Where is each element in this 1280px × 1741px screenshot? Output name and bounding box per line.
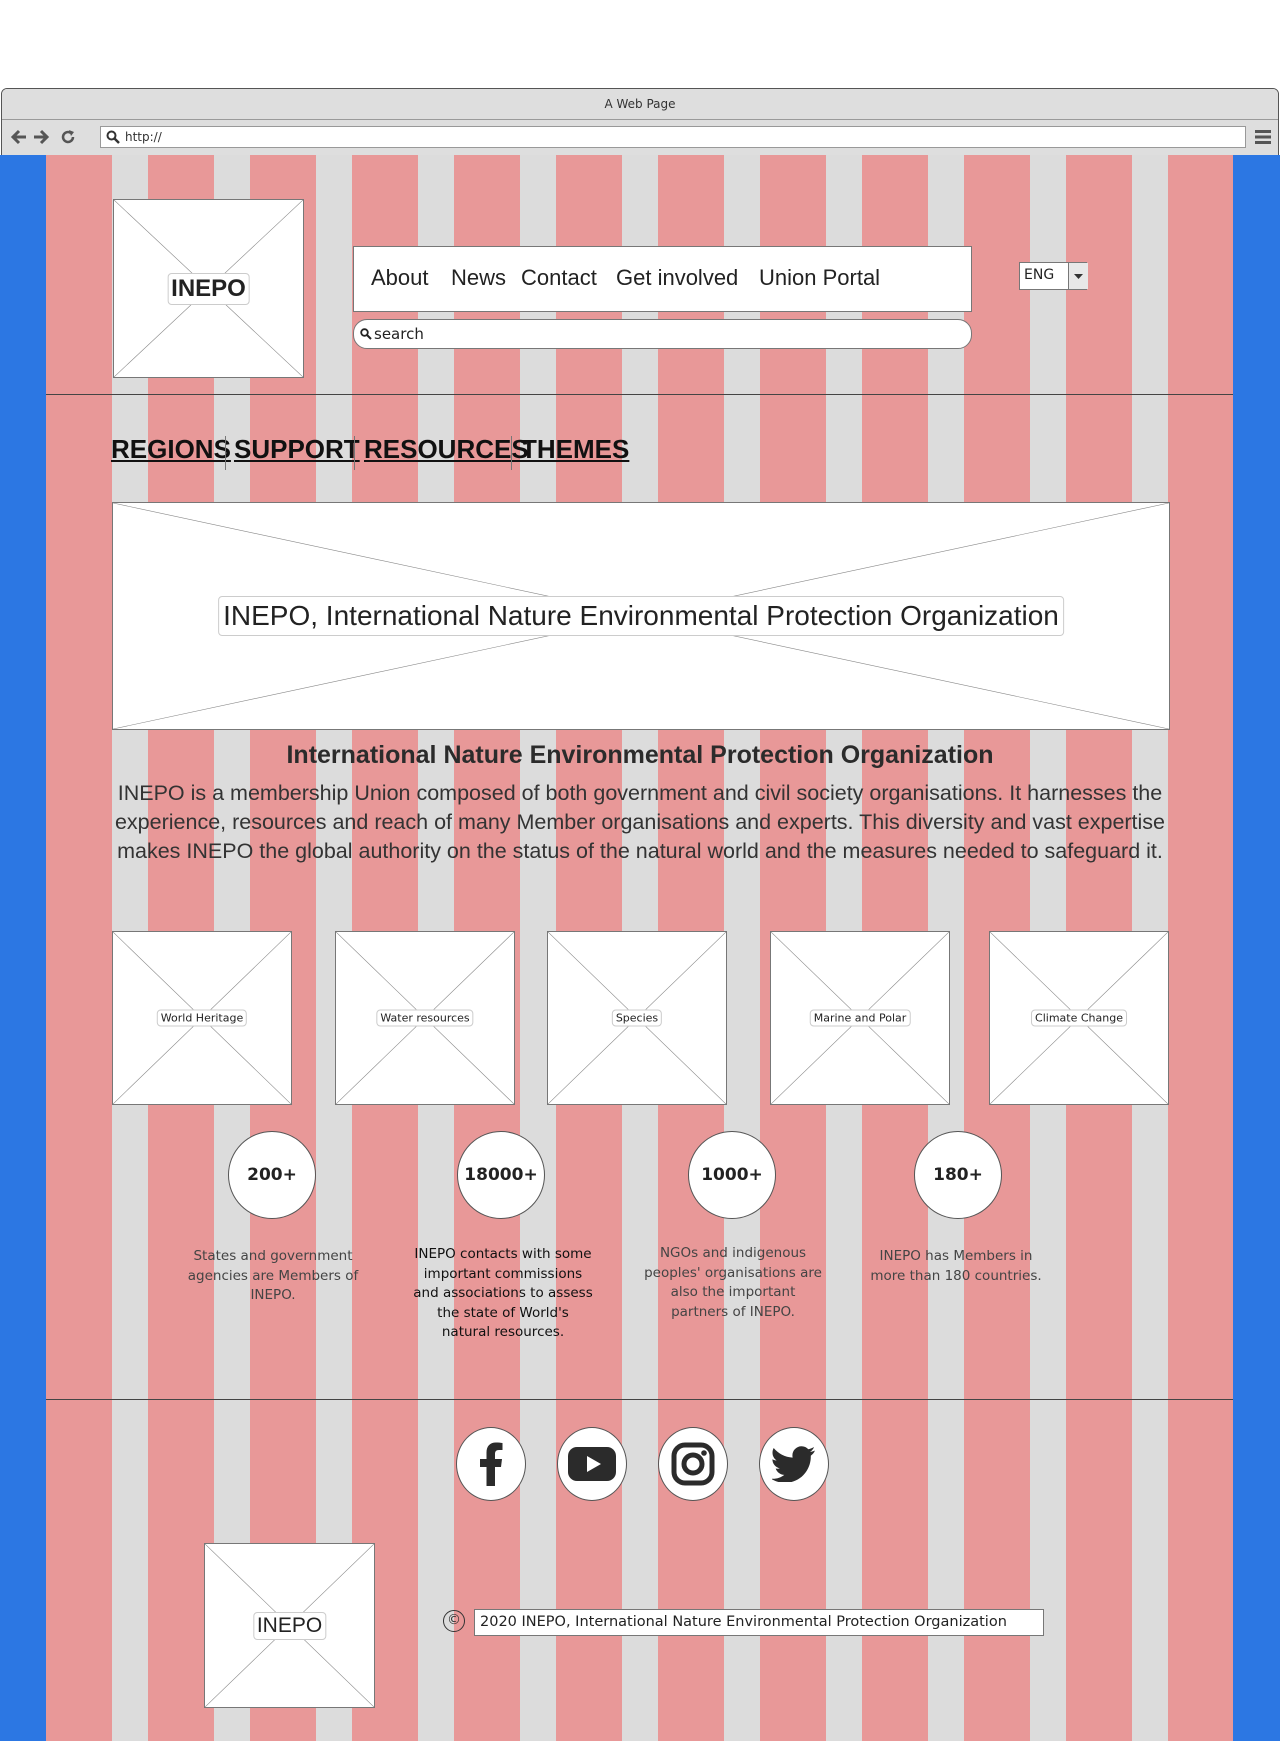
url-text: http:// (125, 130, 162, 144)
language-select[interactable]: ENG (1019, 262, 1088, 290)
tile-label: Climate Change (1031, 1009, 1127, 1027)
stat-description: INEPO has Members in more than 180 count… (870, 1248, 1042, 1284)
nav-union-portal[interactable]: Union Portal (759, 265, 880, 291)
nav-about[interactable]: About (371, 265, 429, 291)
facebook-icon (480, 1442, 503, 1486)
tab-resources[interactable]: RESOURCES (364, 434, 529, 465)
copyright-icon: © (443, 1610, 465, 1632)
theme-tile-species[interactable]: Species (547, 931, 727, 1105)
tab-separator (354, 436, 355, 470)
stat-description: NGOs and indigenous peoples' organisatio… (644, 1245, 822, 1320)
tab-separator (511, 436, 512, 470)
tab-themes[interactable]: THEMES (521, 434, 629, 465)
facebook-link[interactable] (456, 1427, 526, 1501)
footer-logo[interactable]: INEPO (204, 1543, 375, 1708)
instagram-link[interactable] (658, 1427, 728, 1501)
language-value: ENG (1024, 267, 1055, 283)
copyright-text: 2020 INEPO, International Nature Environ… (474, 1609, 1044, 1636)
theme-tile-marine-and-polar[interactable]: Marine and Polar (770, 931, 950, 1105)
search-input[interactable]: search (353, 319, 972, 349)
right-margin (1233, 155, 1280, 1741)
url-bar[interactable]: http:// (100, 126, 1246, 148)
hero-title: INEPO, International Nature Environmenta… (218, 596, 1064, 636)
hero-banner: INEPO, International Nature Environmenta… (112, 502, 1170, 730)
youtube-icon (568, 1447, 616, 1481)
stat-badge: 1000+ (688, 1131, 776, 1219)
search-icon (106, 130, 120, 144)
search-placeholder: search (374, 325, 424, 343)
tile-label: World Heritage (156, 1009, 248, 1027)
header-logo[interactable]: INEPO (113, 199, 304, 378)
stat-badge: 18000+ (457, 1131, 545, 1219)
nav-news[interactable]: News (451, 265, 506, 291)
top-nav: About News Contact Get involved Union Po… (353, 246, 972, 312)
footer-divider (46, 1399, 1233, 1400)
youtube-link[interactable] (557, 1427, 627, 1501)
header-divider (46, 394, 1233, 395)
chevron-down-icon[interactable] (1068, 263, 1088, 289)
tab-support[interactable]: SUPPORT (234, 434, 360, 465)
search-icon (360, 328, 372, 340)
hamburger-menu-icon[interactable] (1255, 129, 1271, 145)
tile-label: Species (611, 1009, 663, 1027)
twitter-link[interactable] (759, 1427, 829, 1501)
left-margin (0, 155, 46, 1741)
intro-paragraph: INEPO is a membership Union composed of … (114, 781, 1166, 863)
intro-heading: International Nature Environmental Prote… (286, 741, 994, 769)
stat-badge: 200+ (228, 1131, 316, 1219)
logo-text: INEPO (252, 1611, 327, 1640)
logo-text: INEPO (167, 272, 250, 305)
browser-toolbar: http:// (2, 120, 1278, 156)
back-arrow-icon[interactable] (10, 128, 28, 146)
theme-tile-water-resources[interactable]: Water resources (335, 931, 515, 1105)
twitter-icon (772, 1446, 815, 1482)
instagram-icon (671, 1442, 715, 1486)
stat-description: INEPO contacts with some important commi… (413, 1246, 593, 1340)
theme-tile-climate-change[interactable]: Climate Change (989, 931, 1169, 1105)
tab-separator (225, 436, 226, 470)
tab-regions[interactable]: REGIONS (111, 434, 231, 465)
nav-contact[interactable]: Contact (521, 265, 597, 291)
tile-label: Water resources (376, 1009, 474, 1027)
tile-label: Marine and Polar (809, 1009, 911, 1027)
forward-arrow-icon[interactable] (32, 128, 50, 146)
stat-description: States and government agencies are Membe… (187, 1248, 359, 1303)
stat-badge: 180+ (914, 1131, 1002, 1219)
window-title: A Web Page (2, 89, 1278, 120)
reload-icon[interactable] (59, 128, 77, 146)
nav-get-involved[interactable]: Get involved (616, 265, 738, 291)
theme-tile-world-heritage[interactable]: World Heritage (112, 931, 292, 1105)
